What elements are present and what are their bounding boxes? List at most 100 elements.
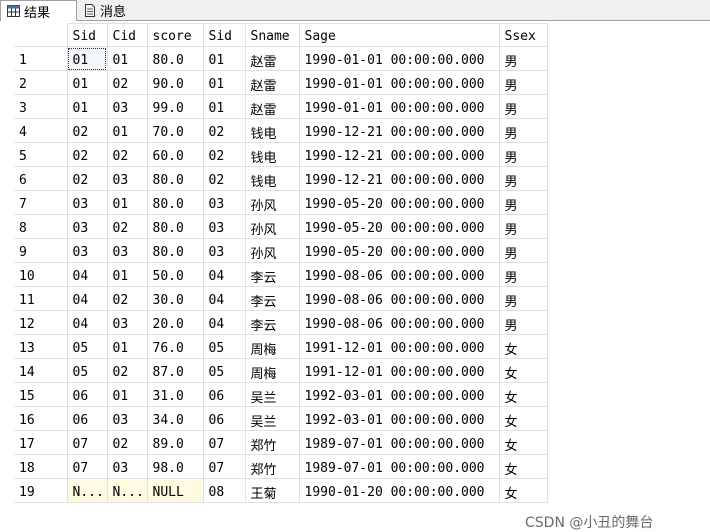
cell-sage[interactable]: 1992-03-01 00:00:00.000: [298, 382, 500, 407]
row-number[interactable]: 11: [14, 286, 68, 311]
cell-sid[interactable]: 03: [66, 190, 108, 215]
cell-cid[interactable]: 02: [106, 358, 148, 383]
cell-cid[interactable]: N...: [106, 478, 148, 503]
row-number[interactable]: 3: [14, 94, 68, 119]
cell-sname[interactable]: 李云: [244, 286, 300, 311]
cell-sid[interactable]: 07: [202, 430, 246, 455]
table-row[interactable]: 4 02 01 70.0 02 钱电 1990-12-21 00:00:00.000 男: [14, 118, 548, 143]
cell-sid[interactable]: 02: [202, 142, 246, 167]
row-number[interactable]: 17: [14, 430, 68, 455]
column-header-score[interactable]: score: [146, 23, 204, 47]
cell-sname[interactable]: 郑竹: [244, 454, 300, 479]
cell-ssex[interactable]: 男: [498, 214, 548, 239]
row-number[interactable]: 7: [14, 190, 68, 215]
table-row[interactable]: 13 05 01 76.0 05 周梅 1991-12-01 00:00:00.000 女: [14, 334, 548, 359]
cell-sid[interactable]: 03: [202, 214, 246, 239]
cell-sid[interactable]: 04: [202, 286, 246, 311]
cell-score[interactable]: 80.0: [146, 190, 204, 215]
cell-sname[interactable]: 孙风: [244, 214, 300, 239]
cell-sage[interactable]: 1991-12-01 00:00:00.000: [298, 358, 500, 383]
cell-sname[interactable]: 孙风: [244, 190, 300, 215]
cell-ssex[interactable]: 女: [498, 454, 548, 479]
cell-sage[interactable]: 1992-03-01 00:00:00.000: [298, 406, 500, 431]
cell-sage[interactable]: 1990-01-01 00:00:00.000: [298, 70, 500, 95]
table-row[interactable]: 12 04 03 20.0 04 李云 1990-08-06 00:00:00.000 男: [14, 310, 548, 335]
cell-sid[interactable]: 04: [202, 262, 246, 287]
table-row[interactable]: 7 03 01 80.0 03 孙风 1990-05-20 00:00:00.000 男: [14, 190, 548, 215]
row-number[interactable]: 15: [14, 382, 68, 407]
cell-ssex[interactable]: 男: [498, 238, 548, 263]
cell-sname[interactable]: 吴兰: [244, 406, 300, 431]
cell-sid[interactable]: 06: [66, 406, 108, 431]
cell-sname[interactable]: 钱电: [244, 166, 300, 191]
cell-cid[interactable]: 01: [106, 118, 148, 143]
cell-ssex[interactable]: 男: [498, 94, 548, 119]
cell-score[interactable]: 99.0: [146, 94, 204, 119]
table-row[interactable]: 16 06 03 34.0 06 吴兰 1992-03-01 00:00:00.000 女: [14, 406, 548, 431]
cell-score[interactable]: 98.0: [146, 454, 204, 479]
cell-score[interactable]: 34.0: [146, 406, 204, 431]
cell-ssex[interactable]: 女: [498, 406, 548, 431]
cell-ssex[interactable]: 男: [498, 70, 548, 95]
cell-sid[interactable]: N...: [66, 478, 108, 503]
column-header-cid[interactable]: Cid: [106, 23, 148, 47]
cell-cid[interactable]: 03: [106, 166, 148, 191]
table-row[interactable]: 8 03 02 80.0 03 孙风 1990-05-20 00:00:00.000 男: [14, 214, 548, 239]
cell-sage[interactable]: 1989-07-01 00:00:00.000: [298, 454, 500, 479]
cell-ssex[interactable]: 女: [498, 382, 548, 407]
cell-sid[interactable]: 06: [202, 406, 246, 431]
table-row[interactable]: 3 01 03 99.0 01 赵雷 1990-01-01 00:00:00.000 男: [14, 94, 548, 119]
row-number[interactable]: 6: [14, 166, 68, 191]
cell-sid[interactable]: 06: [66, 382, 108, 407]
cell-sname[interactable]: 钱电: [244, 118, 300, 143]
cell-sname[interactable]: 赵雷: [244, 46, 300, 71]
cell-sid[interactable]: 01: [66, 70, 108, 95]
cell-sid[interactable]: 01: [66, 46, 108, 71]
cell-sid[interactable]: 04: [202, 310, 246, 335]
table-row[interactable]: 2 01 02 90.0 01 赵雷 1990-01-01 00:00:00.000 男: [14, 70, 548, 95]
cell-score[interactable]: 30.0: [146, 286, 204, 311]
tab-results[interactable]: 结果: [0, 0, 77, 21]
table-row[interactable]: 19 N... N... NULL 08 王菊 1990-01-20 00:00:00.00…: [14, 478, 548, 503]
cell-sid[interactable]: 02: [202, 118, 246, 143]
table-row[interactable]: 1 01 01 80.0 01 赵雷 1990-01-01 00:00:00.000 男: [14, 46, 548, 71]
cell-cid[interactable]: 02: [106, 286, 148, 311]
cell-sage[interactable]: 1991-12-01 00:00:00.000: [298, 334, 500, 359]
cell-sage[interactable]: 1990-01-01 00:00:00.000: [298, 46, 500, 71]
cell-sid[interactable]: 01: [202, 46, 246, 71]
cell-ssex[interactable]: 男: [498, 166, 548, 191]
column-header-sage[interactable]: Sage: [298, 23, 500, 47]
table-row[interactable]: 5 02 02 60.0 02 钱电 1990-12-21 00:00:00.000 男: [14, 142, 548, 167]
cell-cid[interactable]: 02: [106, 142, 148, 167]
cell-sname[interactable]: 周梅: [244, 334, 300, 359]
row-number[interactable]: 13: [14, 334, 68, 359]
row-number[interactable]: 14: [14, 358, 68, 383]
cell-sage[interactable]: 1990-01-20 00:00:00.000: [298, 478, 500, 503]
cell-sid[interactable]: 02: [202, 166, 246, 191]
cell-ssex[interactable]: 男: [498, 142, 548, 167]
cell-ssex[interactable]: 男: [498, 262, 548, 287]
results-grid[interactable]: Sid Cid score Sid Sname Sage Ssex 1 01 01 80.0 01 赵…: [0, 21, 710, 531]
cell-score[interactable]: 50.0: [146, 262, 204, 287]
cell-score[interactable]: 20.0: [146, 310, 204, 335]
table-row[interactable]: 6 02 03 80.0 02 钱电 1990-12-21 00:00:00.000 男: [14, 166, 548, 191]
cell-ssex[interactable]: 女: [498, 358, 548, 383]
cell-sid[interactable]: 03: [66, 238, 108, 263]
row-number[interactable]: 16: [14, 406, 68, 431]
cell-sid[interactable]: 07: [202, 454, 246, 479]
row-number[interactable]: 19: [14, 478, 68, 503]
row-number[interactable]: 9: [14, 238, 68, 263]
cell-ssex[interactable]: 男: [498, 310, 548, 335]
row-number-header[interactable]: [14, 23, 68, 47]
cell-cid[interactable]: 03: [106, 238, 148, 263]
cell-score[interactable]: 90.0: [146, 70, 204, 95]
cell-sid[interactable]: 03: [66, 214, 108, 239]
cell-sage[interactable]: 1990-08-06 00:00:00.000: [298, 310, 500, 335]
column-header-sname[interactable]: Sname: [244, 23, 300, 47]
cell-score[interactable]: 80.0: [146, 46, 204, 71]
cell-sage[interactable]: 1990-12-21 00:00:00.000: [298, 142, 500, 167]
row-number[interactable]: 10: [14, 262, 68, 287]
row-number[interactable]: 18: [14, 454, 68, 479]
cell-score[interactable]: 31.0: [146, 382, 204, 407]
cell-ssex[interactable]: 男: [498, 118, 548, 143]
